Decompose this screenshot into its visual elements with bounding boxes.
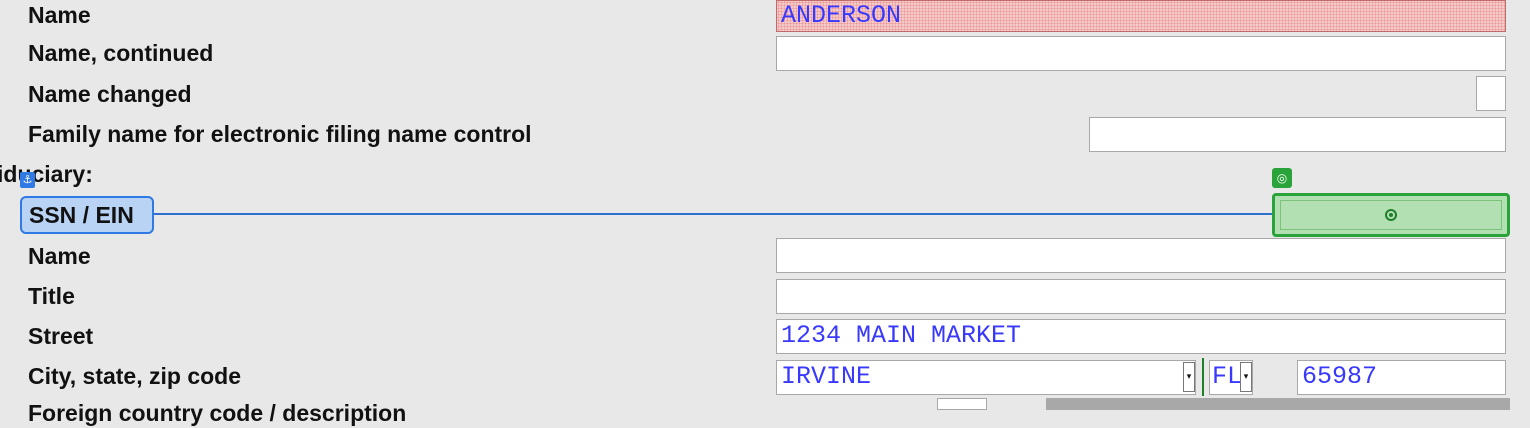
ssn-ein-field[interactable] [1272, 193, 1510, 237]
name-field[interactable]: ANDERSON [776, 0, 1506, 32]
state-dropdown-icon[interactable]: ▾ [1240, 362, 1252, 392]
crosshair-icon [1385, 209, 1397, 221]
family-name-field[interactable] [1089, 117, 1506, 152]
fiduciary-section-header: iduciary: [0, 161, 93, 187]
field-separator [1202, 358, 1204, 396]
name-changed-checkbox[interactable] [1476, 76, 1506, 111]
fiduciary-name-label: Name [28, 243, 91, 269]
name-label: Name [28, 2, 91, 28]
target-icon[interactable]: ◎ [1272, 168, 1292, 188]
street-label: Street [28, 323, 94, 349]
foreign-description-field[interactable] [1046, 398, 1510, 410]
name-changed-label: Name changed [28, 81, 192, 107]
family-name-label: Family name for electronic filing name c… [28, 121, 532, 147]
title-field[interactable] [776, 279, 1506, 314]
ssn-ein-label[interactable]: SSN / EIN [20, 196, 154, 234]
title-label: Title [28, 283, 75, 309]
city-state-zip-label: City, state, zip code [28, 363, 242, 389]
anchor-icon[interactable]: ⚓ [20, 172, 35, 188]
foreign-country-label: Foreign country code / description [28, 400, 407, 426]
name-continued-field[interactable] [776, 36, 1506, 71]
name-continued-label: Name, continued [28, 40, 214, 66]
fiduciary-name-field[interactable] [776, 238, 1506, 273]
zip-field[interactable]: 65987 [1297, 360, 1506, 395]
street-field[interactable]: 1234 MAIN MARKET [776, 319, 1506, 354]
city-field[interactable]: IRVINE [776, 360, 1196, 395]
foreign-code-field[interactable] [937, 398, 987, 410]
link-connector-line [154, 213, 1274, 215]
city-dropdown-icon[interactable]: ▾ [1183, 362, 1195, 392]
